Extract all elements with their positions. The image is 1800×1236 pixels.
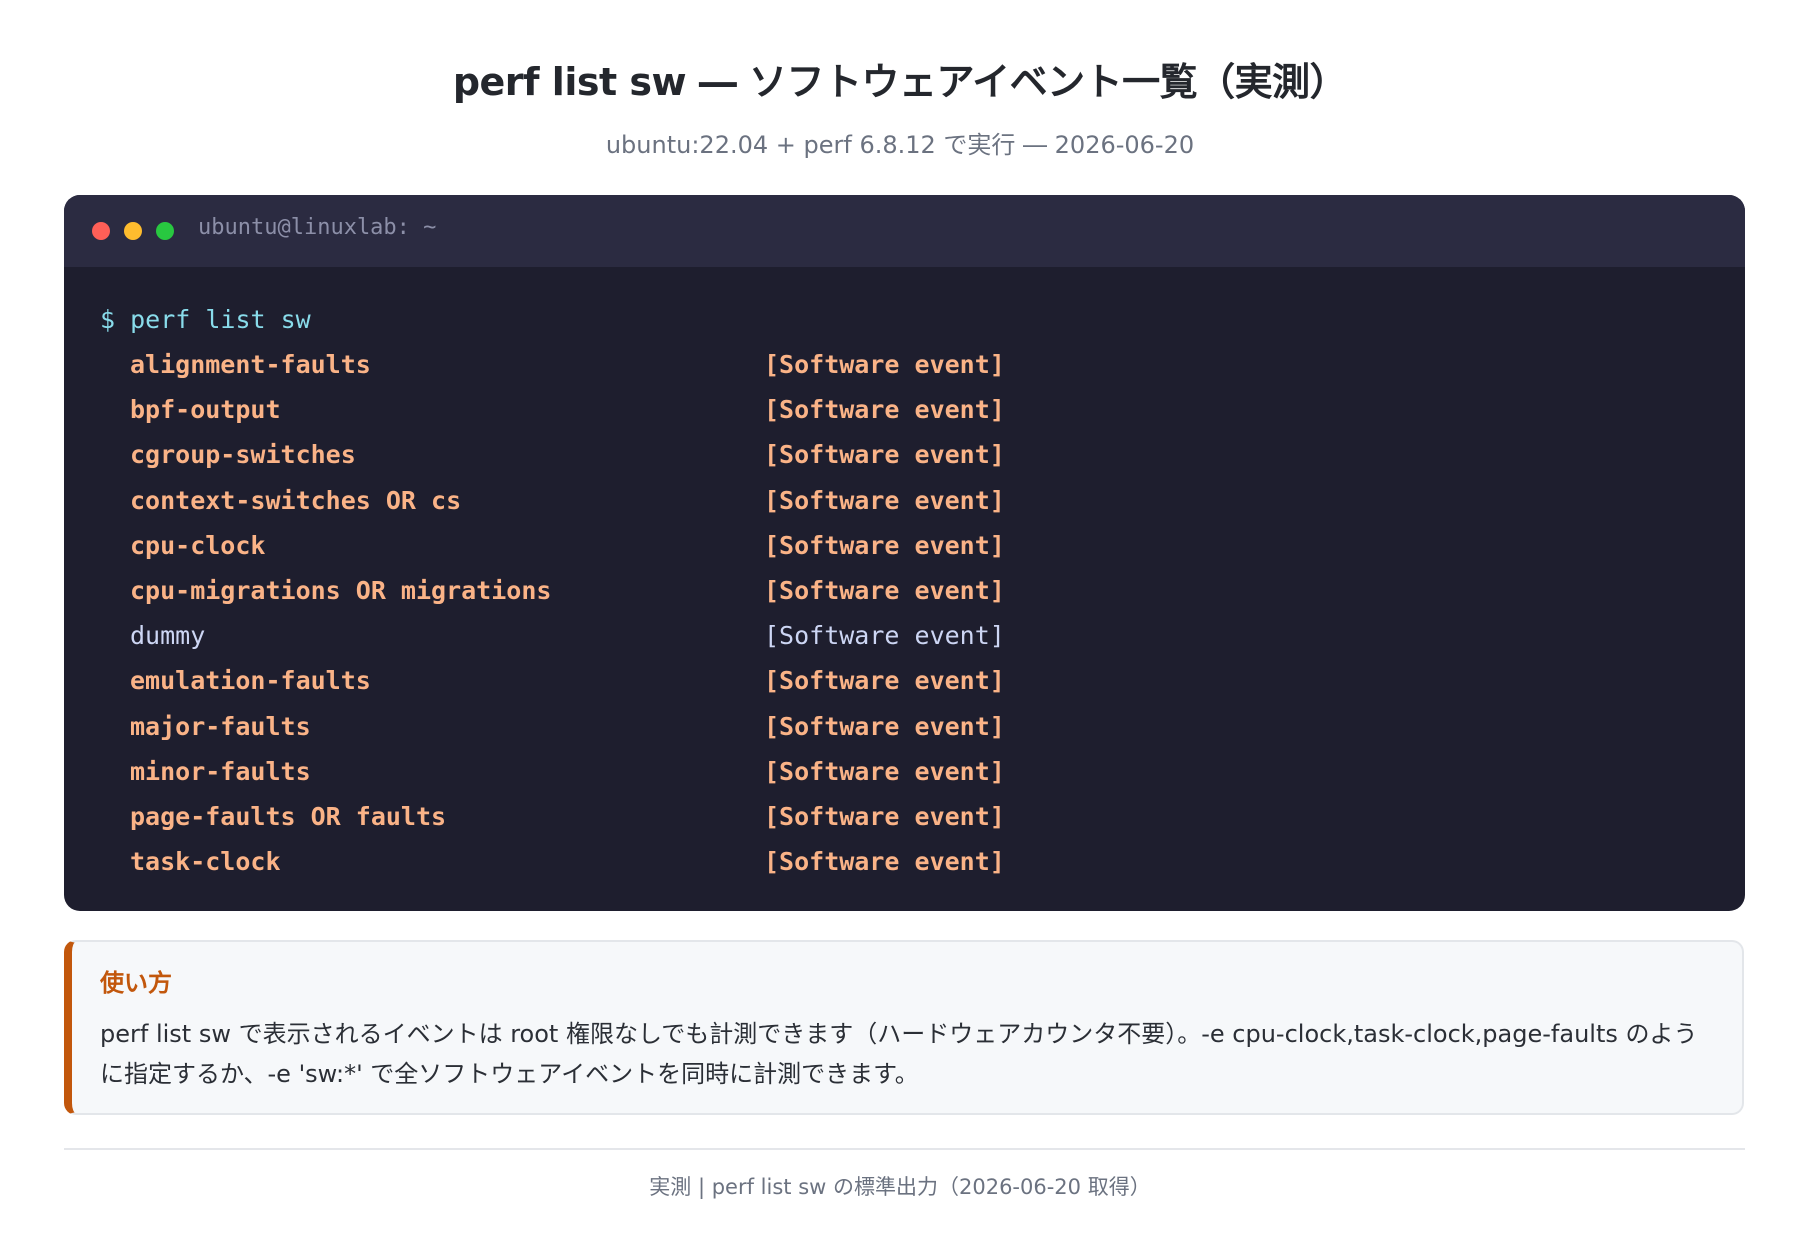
event-type: [Software event] — [764, 756, 1005, 786]
event-row: task-clock [Software event] — [100, 839, 1745, 884]
event-type: [Software event] — [764, 575, 1005, 605]
event-row: minor-faults [Software event] — [100, 749, 1745, 794]
event-type: [Software event] — [764, 530, 1005, 560]
page-title: perf list sw ― ソフトウェアイベント一覧（実測） — [452, 60, 1348, 104]
event-name: cpu-migrations OR migrations — [130, 575, 552, 605]
footer-divider — [64, 1148, 1745, 1150]
event-row: page-faults OR faults [Software event] — [100, 794, 1745, 839]
event-name: context-switches OR cs — [130, 485, 462, 515]
event-type: [Software event] — [764, 350, 1005, 379]
terminal-window-title: ubuntu@linuxlab: ~ — [198, 214, 437, 240]
event-name: major-faults — [130, 711, 311, 741]
event-type: [Software event] — [764, 847, 1005, 877]
event-name: cpu-clock — [130, 530, 266, 560]
terminal-output[interactable]: $ perf list sw alignment-faults [Software… — [64, 267, 1745, 884]
event-type: [Software event] — [764, 666, 1005, 696]
event-name: cgroup-switches — [130, 440, 356, 470]
event-type: [Software event] — [764, 485, 1005, 515]
event-type: [Software event] — [764, 395, 1005, 425]
event-name: bpf-output — [130, 395, 281, 425]
event-row: alignment-faults [Software event] — [100, 342, 1745, 387]
command-line: $ perf list sw — [100, 305, 311, 334]
event-row: major-faults [Software event] — [100, 704, 1745, 749]
event-name: page-faults OR faults — [130, 801, 447, 831]
event-row: cpu-clock [Software event] — [100, 523, 1745, 568]
event-name: dummy — [130, 621, 206, 651]
event-name: minor-faults — [130, 756, 311, 786]
maximize-window-dot-icon[interactable] — [156, 222, 174, 240]
usage-note-title: 使い方 — [100, 969, 172, 997]
minimize-window-dot-icon[interactable] — [124, 222, 142, 240]
event-name: task-clock — [130, 847, 281, 877]
terminal-window: ubuntu@linuxlab: ~ $ perf list sw alignm… — [64, 195, 1745, 911]
event-row: context-switches OR cs [Software event] — [100, 478, 1745, 523]
page-header: perf list sw ― ソフトウェアイベント一覧（実測） ubuntu:2… — [0, 0, 1800, 162]
close-window-dot-icon[interactable] — [92, 222, 110, 240]
event-list: alignment-faults [Software event] bpf-outp… — [100, 342, 1745, 884]
event-row: dummy [Software event] — [100, 613, 1745, 658]
event-name: alignment-faults — [130, 350, 371, 379]
terminal-titlebar: ubuntu@linuxlab: ~ — [64, 195, 1745, 267]
event-row: emulation-faults [Software event] — [100, 658, 1745, 703]
event-name: emulation-faults — [130, 666, 371, 696]
event-row: cpu-migrations OR migrations [Software ev… — [100, 568, 1745, 613]
usage-note-text: perf list sw で表示されるイベントは root 権限なしでも計測でき… — [100, 1020, 1698, 1088]
page-footer: 実測 | perf list sw の標準出力（2026-06-20 取得） — [649, 1175, 1151, 1199]
page-subtitle: ubuntu:22.04 + perf 6.8.12 で実行 ― 2026-06… — [605, 131, 1195, 159]
usage-note: 使い方 perf list sw で表示されるイベントは root 権限なしでも… — [64, 940, 1744, 1115]
event-type: [Software event] — [764, 440, 1005, 470]
event-type: [Software event] — [764, 711, 1005, 741]
event-row: bpf-output [Software event] — [100, 387, 1745, 432]
event-type: [Software event] — [764, 621, 1005, 651]
event-row: cgroup-switches [Software event] — [100, 432, 1745, 477]
event-type: [Software event] — [764, 801, 1005, 831]
